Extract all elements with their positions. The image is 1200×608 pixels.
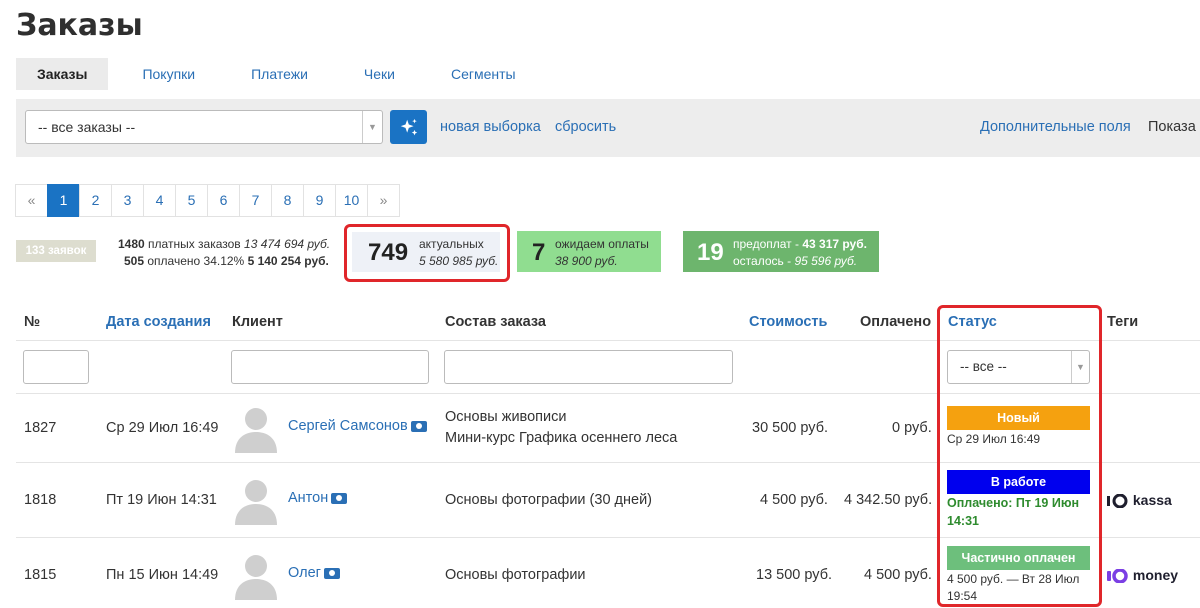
reset-link[interactable]: сбросить bbox=[555, 119, 616, 135]
client-name-link[interactable]: Сергей Самсонов bbox=[288, 418, 408, 434]
remaining-line: осталось - 95 596 руб. bbox=[733, 254, 857, 268]
header-created[interactable]: Дата создания bbox=[106, 314, 211, 330]
paid-orders-line: 1480 платных заказов 13 474 694 руб. bbox=[118, 237, 330, 251]
page-6[interactable]: 6 bbox=[207, 184, 240, 217]
order-date: Пт 19 Июн 14:31 bbox=[106, 492, 217, 508]
header-client: Клиент bbox=[232, 314, 283, 330]
client-cell: Антон bbox=[288, 490, 348, 506]
page-8[interactable]: 8 bbox=[271, 184, 304, 217]
tab-payments[interactable]: Платежи bbox=[231, 58, 328, 90]
orders-filter-select[interactable]: -- все заказы -- ▼ bbox=[25, 110, 383, 144]
order-item-link[interactable]: Основы живописи bbox=[445, 409, 566, 425]
money-icon bbox=[331, 492, 348, 504]
paid-label: оплачено 34.12% bbox=[147, 254, 245, 268]
prepay-line: предоплат - 43 317 руб. bbox=[733, 237, 867, 251]
order-id-link[interactable]: 1815 bbox=[24, 567, 56, 583]
page-9[interactable]: 9 bbox=[303, 184, 336, 217]
tab-purchases[interactable]: Покупки bbox=[122, 58, 215, 90]
applications-badge[interactable]: 133 заявок bbox=[16, 240, 96, 262]
current-count: 749 bbox=[368, 239, 409, 266]
order-paid: 0 руб. bbox=[892, 420, 932, 436]
order-date: Ср 29 Июл 16:49 bbox=[106, 420, 219, 436]
money-icon bbox=[323, 567, 340, 579]
page-7[interactable]: 7 bbox=[239, 184, 272, 217]
order-cost: 30 500 руб. bbox=[752, 420, 829, 436]
page-1[interactable]: 1 bbox=[47, 184, 80, 217]
money-icon bbox=[410, 420, 427, 432]
remaining-label: осталось - bbox=[733, 254, 792, 268]
tab-receipts[interactable]: Чеки bbox=[344, 58, 415, 90]
tag-label: money bbox=[1132, 567, 1179, 583]
order-cost: 13 500 руб. bbox=[756, 567, 833, 583]
new-selection-link[interactable]: новая выборка bbox=[440, 119, 541, 135]
paid-sum: 5 140 254 руб. bbox=[247, 254, 329, 268]
order-id-link[interactable]: 1818 bbox=[24, 492, 56, 508]
page-title: Заказы bbox=[16, 8, 143, 43]
chevron-down-icon: ▼ bbox=[362, 111, 382, 143]
order-item-link[interactable]: Мини-курс Графика осеннего леса bbox=[445, 430, 677, 446]
paid-orders-count: 1480 bbox=[118, 237, 145, 251]
show-label[interactable]: Показа bbox=[1148, 119, 1196, 135]
page-10[interactable]: 10 bbox=[335, 184, 368, 217]
composition-filter-input[interactable] bbox=[444, 350, 733, 384]
order-date: Пн 15 Июн 14:49 bbox=[106, 567, 219, 583]
order-item-link[interactable]: Основы фотографии (30 дней) bbox=[445, 492, 652, 508]
prepay-count: 19 bbox=[697, 239, 724, 266]
remaining-sum: 95 596 руб. bbox=[794, 254, 858, 268]
status-highlight-frame bbox=[937, 305, 1102, 607]
header-composition: Состав заказа bbox=[445, 314, 546, 330]
client-name-link[interactable]: Антон bbox=[288, 490, 328, 506]
tab-orders[interactable]: Заказы bbox=[16, 58, 109, 90]
tag-label: kassa bbox=[1132, 492, 1172, 508]
tag-yookassa[interactable]: kassa bbox=[1107, 492, 1172, 509]
current-label: актуальных bbox=[419, 237, 484, 251]
paid-count: 505 bbox=[124, 254, 145, 268]
header-paid: Оплачено bbox=[860, 314, 932, 330]
paid-orders-label: платных заказов bbox=[148, 237, 241, 251]
orders-filter-value: -- все заказы -- bbox=[38, 119, 136, 135]
pagination: « 1 2 3 4 5 6 7 8 9 10 » bbox=[15, 184, 400, 217]
client-cell: Сергей Самсонов bbox=[288, 418, 427, 434]
avatar bbox=[235, 555, 277, 600]
order-item-link[interactable]: Основы фотографии bbox=[445, 567, 586, 583]
waiting-label: ожидаем оплаты bbox=[555, 237, 649, 251]
paid-orders-sum: 13 474 694 руб. bbox=[244, 237, 331, 251]
sparkles-icon bbox=[400, 119, 417, 136]
order-paid: 4 342.50 руб. bbox=[844, 492, 933, 508]
client-name-link[interactable]: Олег bbox=[288, 565, 321, 581]
order-cost: 4 500 руб. bbox=[760, 492, 828, 508]
avatar bbox=[235, 408, 277, 453]
order-id-link[interactable]: 1827 bbox=[24, 420, 56, 436]
page-prev[interactable]: « bbox=[15, 184, 48, 217]
current-sum: 5 580 985 руб. bbox=[419, 254, 499, 268]
prepay-sum: 43 317 руб. bbox=[802, 237, 867, 251]
header-tags: Теги bbox=[1107, 314, 1139, 330]
number-filter-input[interactable] bbox=[23, 350, 89, 384]
yookassa-logo-icon bbox=[1107, 494, 1128, 509]
page-3[interactable]: 3 bbox=[111, 184, 144, 217]
extra-fields-link[interactable]: Дополнительные поля bbox=[980, 119, 1131, 135]
client-filter-input[interactable] bbox=[231, 350, 429, 384]
tag-yoomoney[interactable]: money bbox=[1107, 567, 1179, 584]
header-cost[interactable]: Стоимость bbox=[749, 314, 827, 330]
order-paid: 4 500 руб. bbox=[864, 567, 932, 583]
waiting-sum: 38 900 руб. bbox=[555, 254, 618, 268]
page-4[interactable]: 4 bbox=[143, 184, 176, 217]
yoomoney-logo-icon bbox=[1107, 569, 1128, 584]
tab-segments[interactable]: Сегменты bbox=[431, 58, 536, 90]
page-next[interactable]: » bbox=[367, 184, 400, 217]
page-2[interactable]: 2 bbox=[79, 184, 112, 217]
page-5[interactable]: 5 bbox=[175, 184, 208, 217]
tabs: Заказы Покупки Платежи Чеки Сегменты bbox=[16, 58, 552, 90]
client-cell: Олег bbox=[288, 565, 340, 581]
avatar bbox=[235, 480, 277, 525]
magic-wand-button[interactable] bbox=[390, 110, 427, 144]
paid-line: 505 оплачено 34.12% 5 140 254 руб. bbox=[124, 254, 329, 268]
waiting-count: 7 bbox=[532, 239, 546, 266]
header-number: № bbox=[24, 314, 41, 330]
prepay-label: предоплат - bbox=[733, 237, 799, 251]
